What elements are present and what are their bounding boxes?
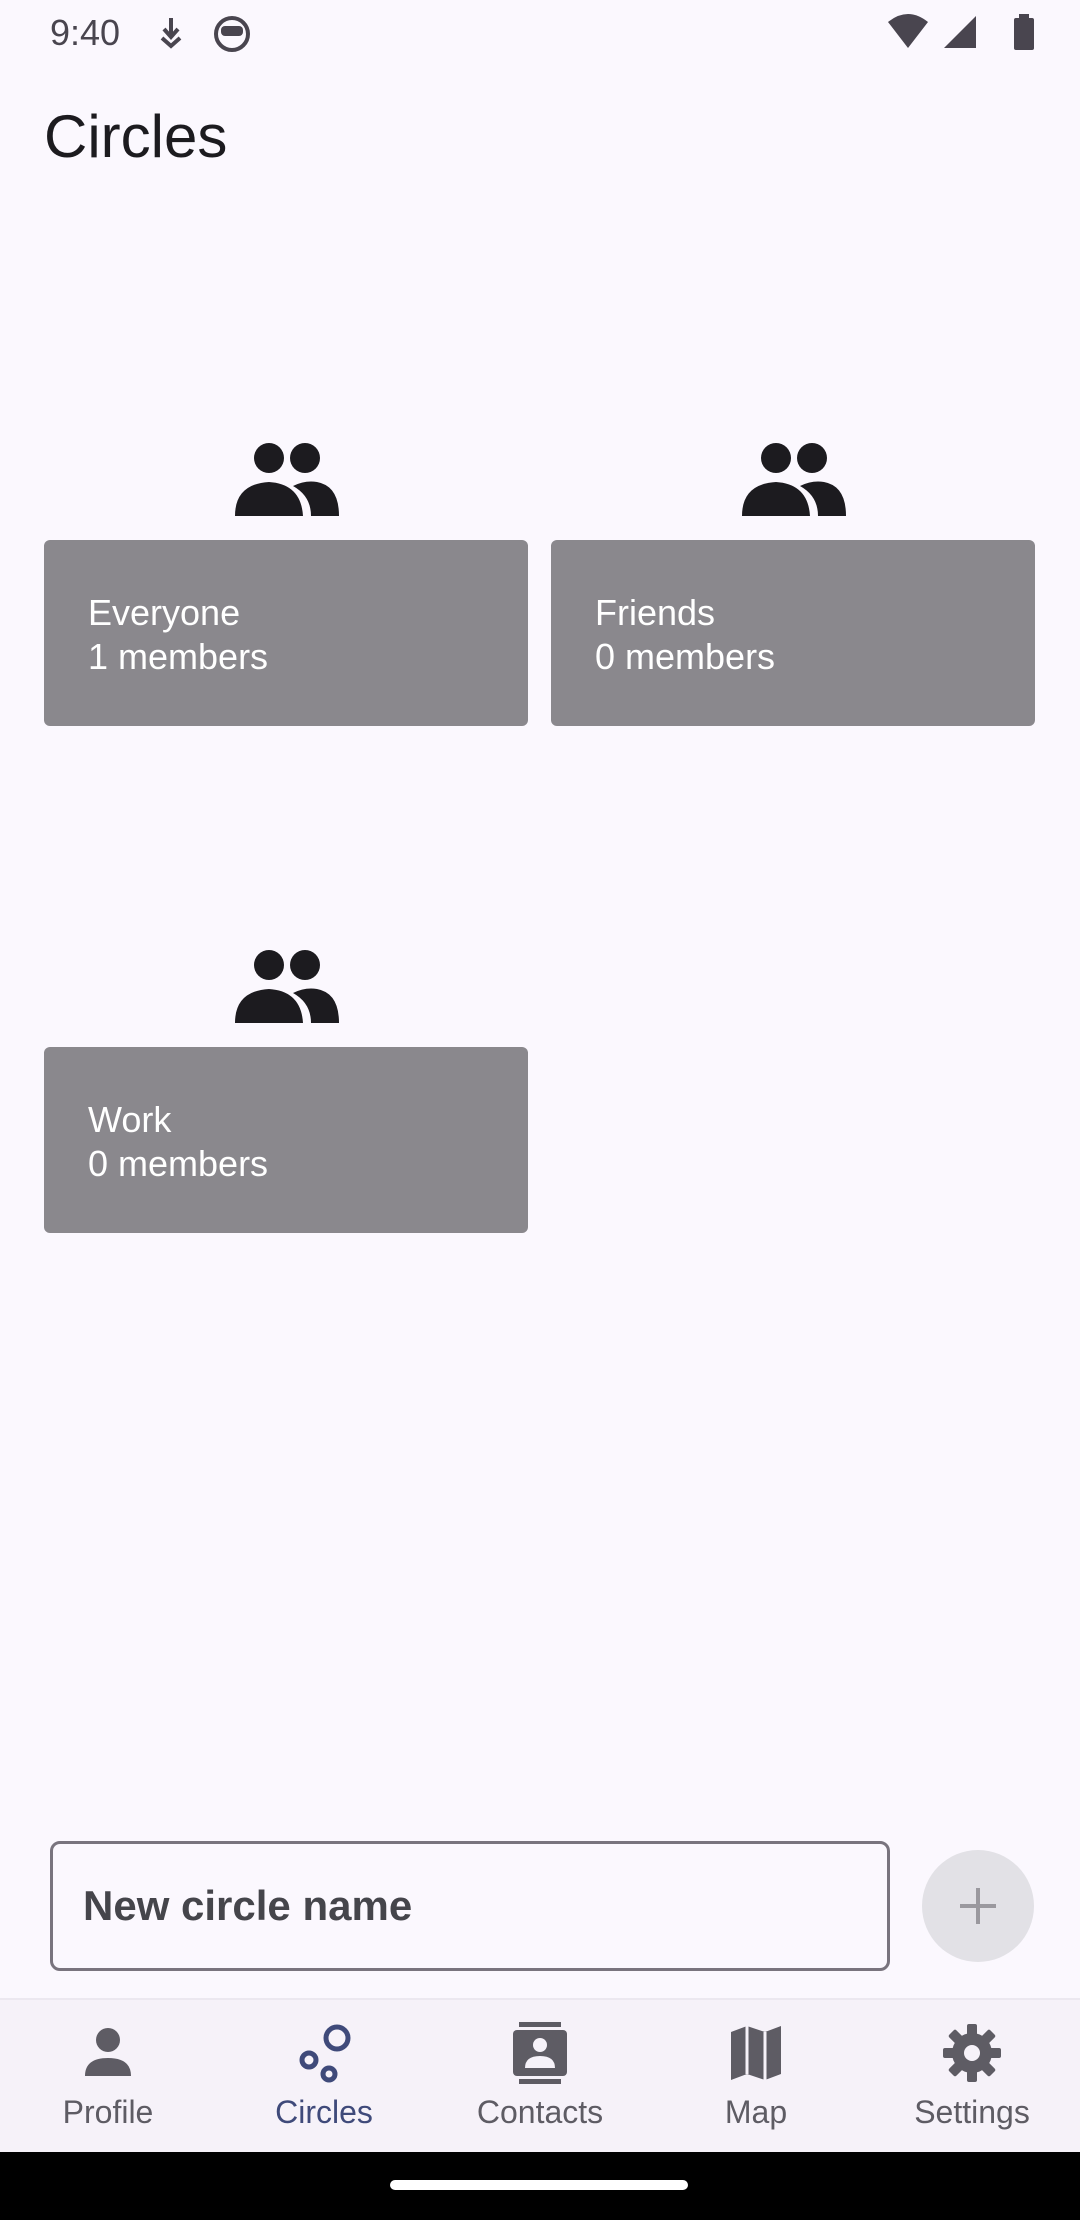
circle-card[interactable]: Friends 0 members: [551, 540, 1035, 726]
nav-item-settings[interactable]: Settings: [864, 2000, 1080, 2154]
nav-item-circles[interactable]: Circles: [216, 2000, 432, 2154]
cellular-signal-icon: [944, 16, 976, 48]
map-icon: [731, 2026, 781, 2080]
group-icon: [235, 950, 339, 1023]
circle-card[interactable]: Everyone 1 members: [44, 540, 528, 726]
circle-name: Everyone: [88, 592, 241, 633]
wifi-icon: [888, 14, 928, 48]
gear-icon: [943, 2024, 1001, 2082]
new-circle-field[interactable]: [50, 1841, 890, 1971]
circle-member-count: 0 members: [595, 636, 776, 677]
circle-name: Work: [88, 1099, 172, 1140]
bottom-navigation: Profile Circles Contacts Map Settings: [0, 1998, 1080, 2152]
system-navigation-bar: [0, 2152, 1080, 2220]
circle-member-count: 1 members: [88, 636, 269, 677]
bubbles-icon: [299, 2024, 351, 2083]
person-icon: [85, 2028, 131, 2076]
plus-icon: [960, 1888, 996, 1924]
group-icon: [742, 443, 846, 516]
home-indicator[interactable]: [390, 2180, 688, 2190]
nav-item-profile[interactable]: Profile: [0, 2000, 216, 2154]
circle-tile-everyone[interactable]: Everyone 1 members: [44, 432, 528, 762]
nav-label: Profile: [62, 2094, 154, 2130]
nav-item-contacts[interactable]: Contacts: [432, 2000, 648, 2154]
page-title: Circles: [44, 103, 228, 170]
nav-label: Contacts: [476, 2094, 604, 2130]
nav-label: Settings: [914, 2094, 1030, 2130]
circle-member-count: 0 members: [88, 1143, 269, 1184]
nav-label: Map: [724, 2094, 788, 2130]
status-time: 9:40: [50, 12, 121, 53]
circle-tile-work[interactable]: Work 0 members: [44, 939, 528, 1269]
contact-card-icon: [513, 2022, 567, 2084]
circle-name: Friends: [595, 592, 716, 633]
robot-face-icon: [214, 16, 250, 52]
circle-tile-friends[interactable]: Friends 0 members: [551, 432, 1035, 762]
battery-icon: [1014, 14, 1034, 50]
add-circle-button[interactable]: [922, 1850, 1034, 1962]
nav-label: Circles: [275, 2094, 373, 2130]
nav-item-map[interactable]: Map: [648, 2000, 864, 2154]
status-bar: 9:40: [0, 0, 1080, 66]
circle-card[interactable]: Work 0 members: [44, 1047, 528, 1233]
new-circle-name-input[interactable]: [83, 1844, 863, 1968]
group-icon: [235, 443, 339, 516]
download-icon: [160, 18, 182, 49]
